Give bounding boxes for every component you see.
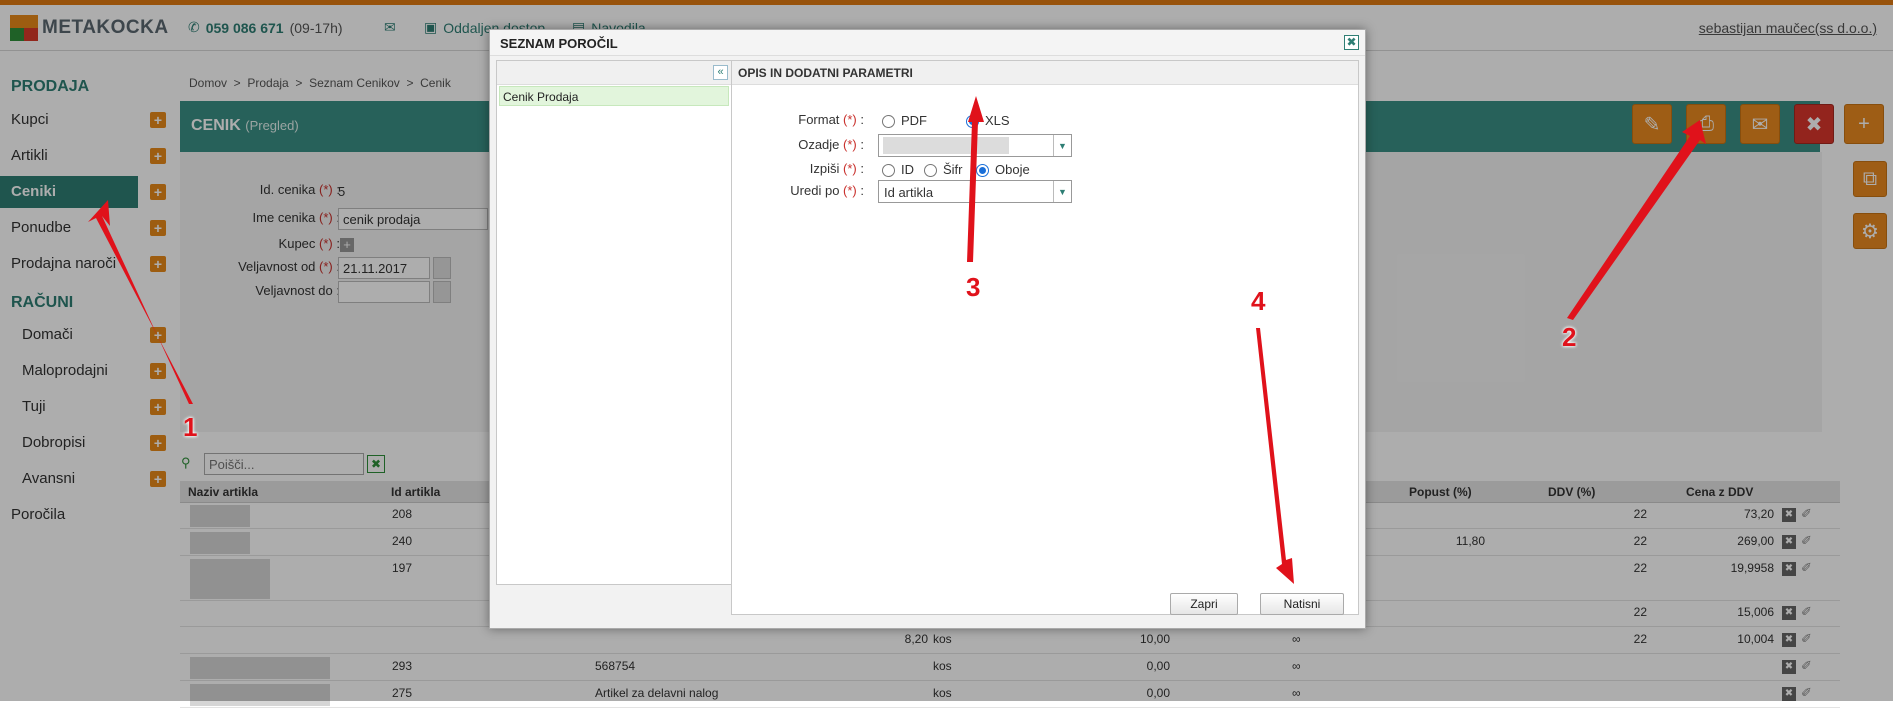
arrow-2 <box>1567 120 1706 320</box>
annotation-arrows <box>88 96 1706 584</box>
annotation-3: 3 <box>966 272 981 302</box>
arrow-3 <box>967 96 984 262</box>
annotation-2: 2 <box>1562 322 1577 352</box>
arrow-4 <box>1256 328 1294 584</box>
annotation-1: 1 <box>183 412 198 442</box>
arrow-1 <box>88 200 193 404</box>
annotation-4: 4 <box>1251 286 1266 316</box>
